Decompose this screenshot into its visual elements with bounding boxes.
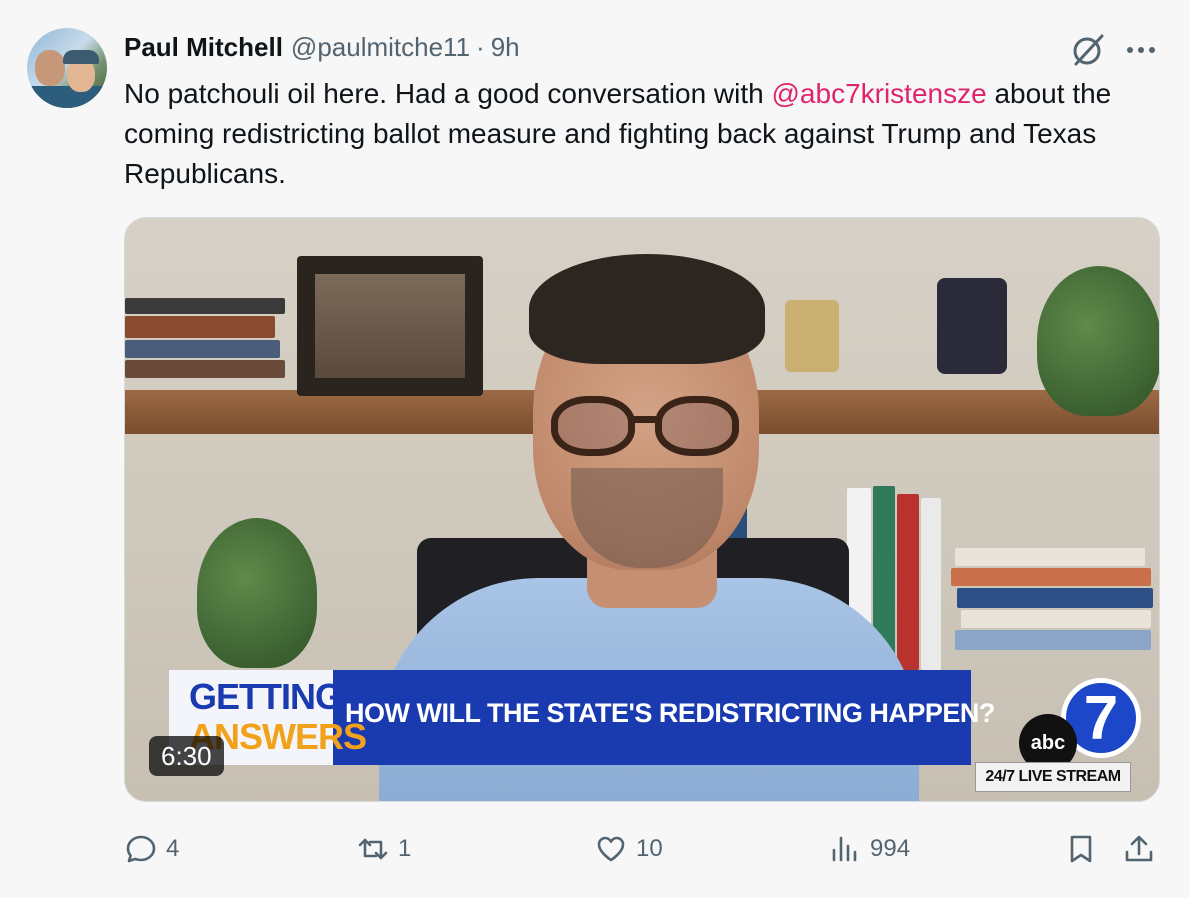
bookmark-button[interactable]	[1064, 826, 1106, 872]
share-button[interactable]	[1122, 826, 1164, 872]
shelf-jar	[785, 300, 839, 372]
reply-button[interactable]: 4	[124, 826, 179, 872]
tweet-text: No patchouli oil here. Had a good conver…	[124, 74, 1144, 194]
author-name[interactable]: Paul Mitchell	[124, 32, 283, 63]
lower-third-banner: GETTING ANSWERS HOW WILL THE STATE'S RED…	[169, 670, 995, 765]
shelf-mug	[937, 278, 1007, 374]
frame-photo	[315, 274, 465, 378]
stacked-book	[951, 568, 1151, 586]
lower-third-headline: HOW WILL THE STATE'S REDISTRICTING HAPPE…	[345, 698, 995, 728]
mention-link[interactable]: @abc7kristensze	[772, 78, 987, 109]
stacked-book	[955, 548, 1145, 566]
heart-icon	[597, 836, 625, 862]
shelf-book	[921, 498, 941, 670]
hanging-plant	[1037, 266, 1159, 416]
video-player[interactable]: GETTING ANSWERS HOW WILL THE STATE'S RED…	[124, 217, 1160, 802]
avatar-face-adult	[35, 50, 65, 86]
tweet-card[interactable]: Paul Mitchell @paulmitche11 · 9h No patc…	[0, 0, 1190, 898]
tweet-time[interactable]: 9h	[491, 32, 520, 63]
picture-frame	[297, 256, 483, 396]
author-handle[interactable]: @paulmitche11	[291, 32, 470, 63]
repost-button[interactable]: 1	[356, 826, 411, 872]
abc7-logo: 7 abc	[1019, 678, 1141, 772]
potted-plant	[197, 518, 317, 668]
bookmark-icon	[1070, 835, 1092, 863]
grok-icon[interactable]	[1070, 32, 1106, 68]
person-hair	[529, 254, 765, 364]
tweet-header: Paul Mitchell @paulmitche11 · 9h	[124, 32, 520, 62]
shelf-book	[125, 316, 275, 338]
repost-icon	[358, 838, 388, 860]
video-duration: 6:30	[149, 736, 224, 776]
shelf-book	[897, 494, 919, 670]
glasses-lens-right	[655, 396, 739, 456]
views-button[interactable]: 994	[828, 826, 910, 872]
stacked-book	[961, 610, 1151, 628]
separator-dot: ·	[476, 32, 485, 62]
avatar-cap	[63, 50, 99, 64]
repost-count: 1	[398, 835, 412, 862]
views-count: 994	[870, 835, 911, 862]
shelf-book	[125, 360, 285, 378]
stacked-book	[957, 588, 1153, 608]
avatar-shirt	[27, 86, 107, 108]
stacked-book	[955, 630, 1151, 650]
views-icon	[832, 836, 857, 862]
person-glasses	[551, 396, 741, 458]
action-bar: 4 1 10 994	[0, 826, 1190, 872]
tweet-text-part1: No patchouli oil here. Had a good conver…	[124, 78, 772, 109]
live-stream-badge: 24/7 LIVE STREAM	[975, 762, 1131, 792]
like-count: 10	[636, 835, 663, 862]
avatar[interactable]	[27, 28, 107, 108]
more-icon[interactable]	[1124, 36, 1158, 64]
like-button[interactable]: 10	[594, 826, 663, 872]
share-icon	[1125, 835, 1153, 862]
reply-icon	[126, 835, 156, 863]
reply-count: 4	[166, 835, 180, 862]
shelf-book	[125, 340, 280, 358]
glasses-lens-left	[551, 396, 635, 456]
shelf-book	[125, 298, 285, 314]
getting-text: GETTING	[189, 676, 343, 717]
